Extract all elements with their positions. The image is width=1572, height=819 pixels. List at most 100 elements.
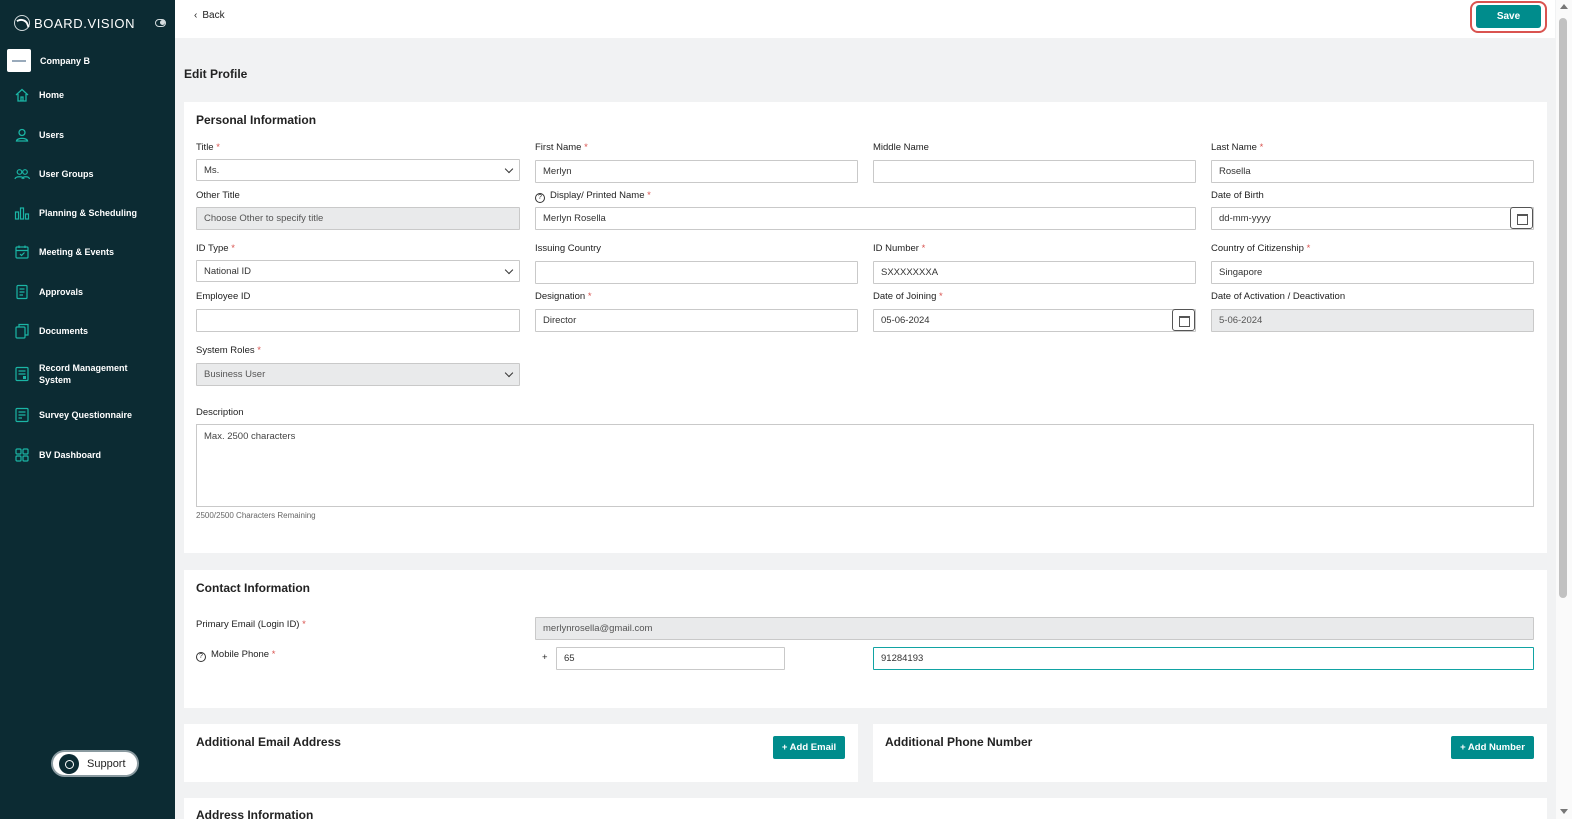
middle-name-field[interactable] — [873, 160, 1196, 183]
survey-icon — [15, 407, 29, 423]
top-bar — [175, 0, 1555, 38]
sidebar-item-survey[interactable]: Survey Questionnaire — [14, 407, 132, 423]
support-icon — [59, 753, 79, 774]
support-label: Support — [87, 757, 126, 770]
documents-icon — [15, 323, 29, 339]
doj-label: Date of Joining * — [873, 291, 943, 302]
page-title: Edit Profile — [184, 67, 248, 81]
last-name-label: Last Name * — [1211, 142, 1264, 153]
doj-field[interactable]: 05-06-2024 — [873, 309, 1196, 332]
add-email-button[interactable]: + Add Email — [773, 736, 845, 759]
sidebar-item-label: Home — [39, 90, 65, 100]
employee-id-field[interactable] — [196, 309, 520, 332]
document-icon — [16, 284, 28, 300]
user-icon — [15, 128, 29, 142]
sidebar-item-label: Approvals — [39, 287, 84, 297]
sidebar-item-label: Meeting & Events — [39, 247, 115, 257]
citizenship-field[interactable]: Singapore — [1211, 261, 1534, 284]
country-code-field[interactable]: 65 — [556, 647, 785, 670]
add-number-button[interactable]: + Add Number — [1451, 736, 1534, 759]
users-icon — [14, 169, 30, 180]
save-button[interactable]: Save — [1476, 5, 1541, 28]
sidebar-item-approvals[interactable]: Approvals — [14, 284, 83, 300]
company-logo — [7, 49, 31, 72]
sidebar-item-label: Documents — [39, 326, 89, 336]
scroll-thumb[interactable] — [1559, 18, 1567, 598]
dob-field[interactable]: dd-mm-yyyy — [1211, 207, 1534, 230]
company-name: Company B — [40, 55, 91, 66]
back-link[interactable]: ‹ Back — [194, 10, 225, 21]
sidebar-item-planning[interactable]: Planning & Scheduling — [14, 205, 137, 221]
contact-info-title: Contact Information — [196, 581, 310, 595]
help-icon[interactable]: ? — [196, 652, 206, 662]
home-icon — [15, 88, 29, 102]
middle-name-label: Middle Name — [873, 142, 929, 153]
sidebar-toggle-icon[interactable] — [155, 19, 166, 27]
id-number-label: ID Number * — [873, 243, 926, 254]
sidebar: BOARD.VISION Company B Home Users User G… — [0, 0, 175, 819]
dob-calendar-icon[interactable] — [1510, 207, 1533, 229]
additional-phone-title: Additional Phone Number — [885, 735, 1033, 749]
sidebar-item-users[interactable]: Users — [14, 127, 64, 143]
system-roles-label: System Roles * — [196, 345, 261, 356]
id-type-label: ID Type * — [196, 243, 235, 254]
sidebar-item-documents[interactable]: Documents — [14, 323, 88, 339]
title-select[interactable]: Ms. — [196, 159, 520, 181]
display-name-field[interactable]: Merlyn Rosella — [535, 207, 1196, 230]
dashboard-icon — [15, 448, 29, 462]
sidebar-item-meetings[interactable]: Meeting & Events — [14, 244, 114, 260]
scroll-up-icon[interactable] — [1560, 4, 1568, 9]
first-name-field[interactable]: Merlyn — [535, 160, 858, 183]
support-button[interactable]: Support — [51, 750, 139, 777]
employee-id-label: Employee ID — [196, 291, 251, 302]
dob-label: Date of Birth — [1211, 190, 1264, 201]
last-name-field[interactable]: Rosella — [1211, 160, 1534, 183]
chars-remaining: 2500/2500 Characters Remaining — [196, 511, 316, 520]
system-roles-select: Business User — [196, 363, 520, 386]
sidebar-item-label: Planning & Scheduling — [39, 208, 138, 218]
first-name-label: First Name * — [535, 142, 588, 153]
sidebar-item-home[interactable]: Home — [14, 87, 64, 103]
sidebar-item-user-groups[interactable]: User Groups — [14, 166, 94, 182]
back-label: Back — [202, 10, 225, 21]
doj-calendar-icon[interactable] — [1172, 309, 1195, 331]
title-label: Title * — [196, 142, 220, 153]
designation-field[interactable]: Director — [535, 309, 858, 332]
sidebar-item-label: Record Management System — [39, 363, 128, 385]
sidebar-item-bv-dashboard[interactable]: BV Dashboard — [14, 447, 101, 463]
company-switcher[interactable]: Company B — [7, 49, 90, 72]
id-type-select[interactable]: National ID — [196, 260, 520, 282]
address-info-card: Address Information — [184, 798, 1547, 819]
brand-name: BOARD.VISION — [34, 15, 136, 31]
additional-phone-card — [873, 724, 1547, 782]
other-title-label: Other Title — [196, 190, 240, 201]
sidebar-item-record-management[interactable]: Record Management System — [14, 362, 128, 386]
personal-info-title: Personal Information — [196, 113, 317, 127]
activation-field: 5-06-2024 — [1211, 309, 1534, 332]
issuing-country-label: Issuing Country — [535, 243, 602, 254]
sidebar-item-label: Survey Questionnaire — [39, 410, 133, 420]
chevron-left-icon: ‹ — [194, 10, 198, 21]
sidebar-item-label: BV Dashboard — [39, 450, 102, 460]
brand-logo[interactable]: BOARD.VISION — [14, 15, 135, 31]
primary-email-field: merlynrosella@gmail.com — [535, 617, 1534, 640]
sidebar-item-label: User Groups — [39, 169, 94, 179]
board-vision-logo-icon — [14, 15, 30, 31]
issuing-country-field[interactable] — [535, 261, 858, 284]
scroll-down-icon[interactable] — [1560, 809, 1568, 814]
chart-icon — [14, 207, 30, 220]
additional-email-card — [184, 724, 858, 782]
sidebar-item-label: Users — [39, 130, 65, 140]
other-title-field: Choose Other to specify title — [196, 207, 520, 230]
id-number-field[interactable]: SXXXXXXXA — [873, 261, 1196, 284]
display-name-label: ? Display/ Printed Name * — [535, 190, 651, 203]
record-icon — [15, 366, 29, 382]
description-textarea[interactable]: Max. 2500 characters — [196, 424, 1534, 507]
additional-email-title: Additional Email Address — [196, 735, 341, 749]
calendar-icon — [15, 245, 29, 259]
plus-sign: + — [542, 652, 548, 663]
mobile-number-field[interactable]: 91284193 — [873, 647, 1534, 670]
primary-email-label: Primary Email (Login ID) * — [196, 619, 306, 630]
help-icon[interactable]: ? — [535, 193, 545, 203]
address-info-title: Address Information — [196, 808, 314, 819]
